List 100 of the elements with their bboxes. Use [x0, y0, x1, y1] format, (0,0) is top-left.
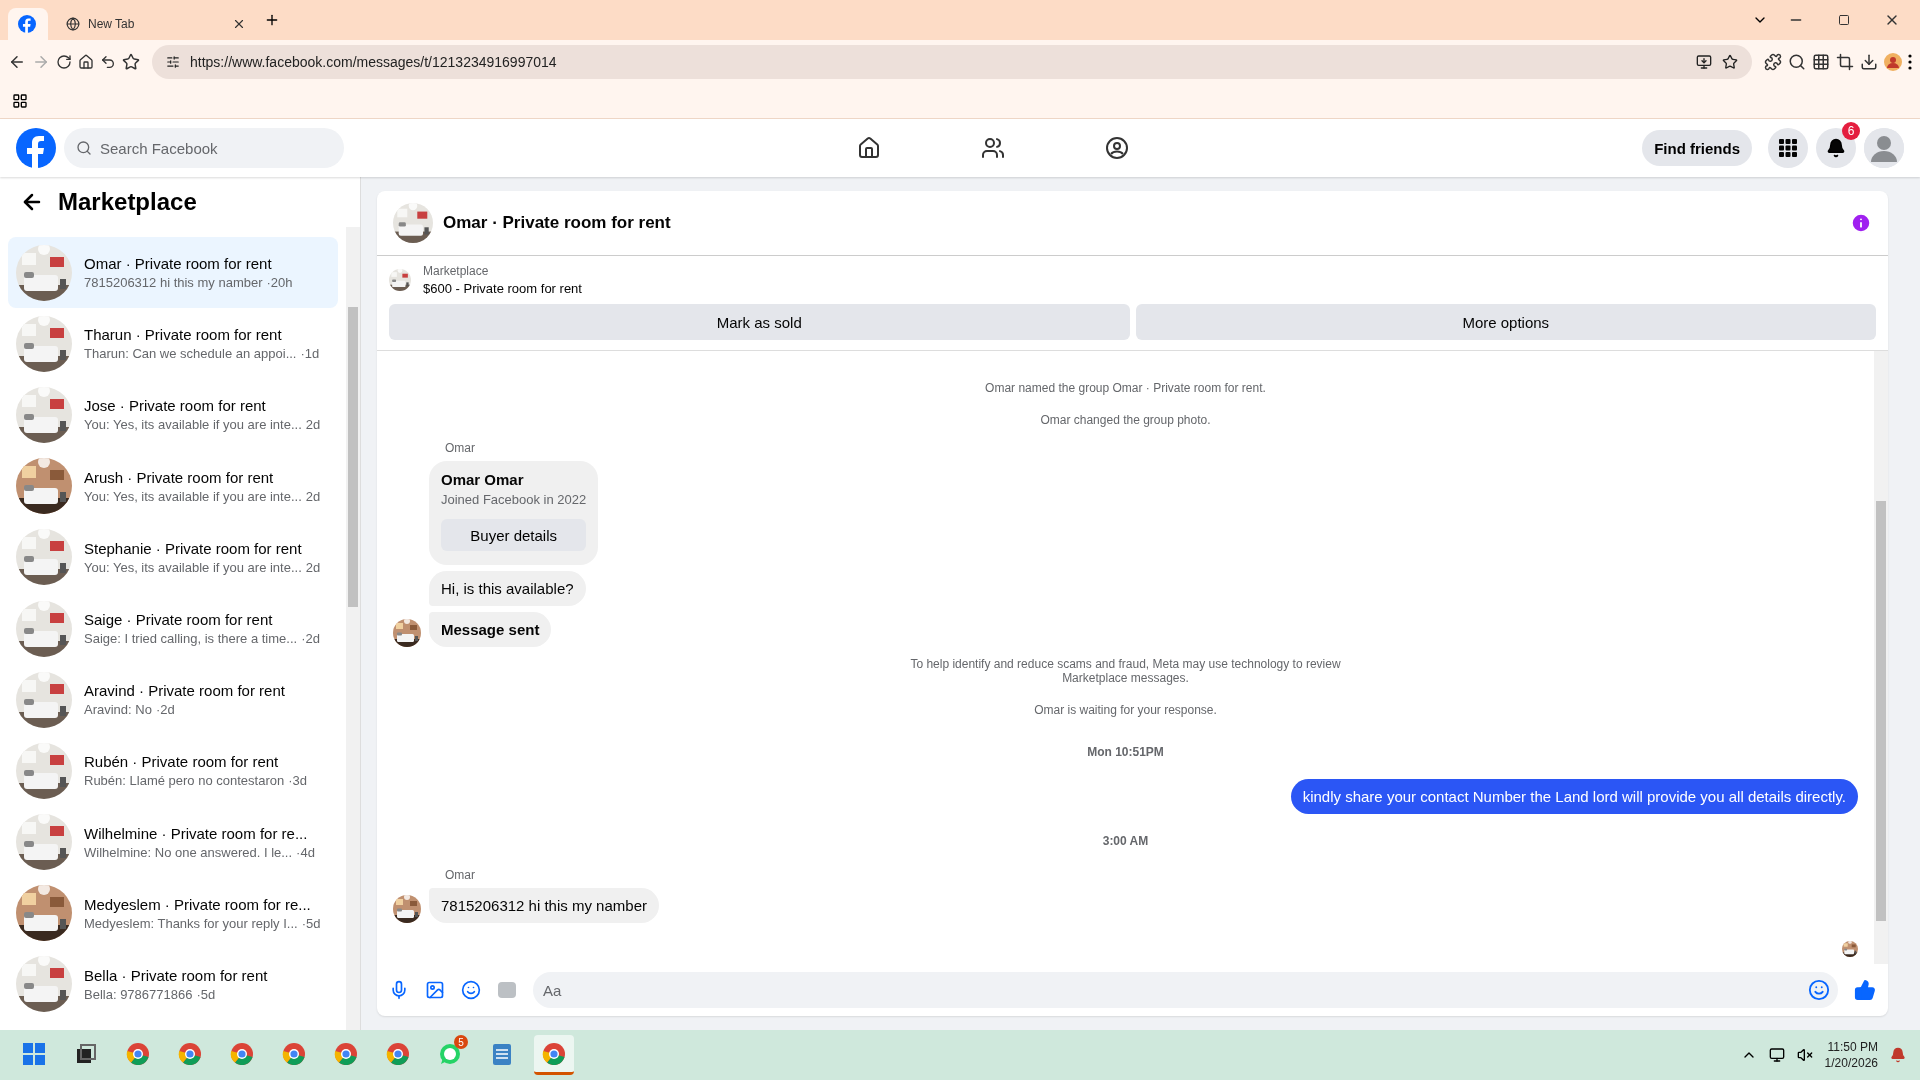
- message-time: ·2d: [155, 702, 175, 718]
- conversation-item[interactable]: Aravind · Private room for rent Aravind: No ·2d: [8, 664, 338, 736]
- profile-icon[interactable]: [1884, 53, 1902, 71]
- message-preview: Rubén: Llamé pero no contestaron: [84, 773, 285, 789]
- notification-icon[interactable]: [1890, 1047, 1906, 1063]
- conversation-item[interactable]: Medyeslem · Private room for re... Medyeslem: Thanks for your reply I... ·5d: [8, 877, 338, 949]
- account-button[interactable]: [1864, 128, 1904, 168]
- download-icon[interactable]: [1860, 53, 1878, 71]
- conversation-item[interactable]: Tharun · Private room for rent Tharun: Can we schedule an appoi... ·1d: [8, 308, 338, 380]
- mute-icon[interactable]: [1796, 1047, 1813, 1063]
- chrome-icon[interactable]: [230, 1041, 254, 1066]
- more-icon[interactable]: [1908, 54, 1912, 70]
- microphone-icon[interactable]: [389, 980, 409, 1000]
- address-bar[interactable]: https://www.facebook.com/messages/t/1213234916997014: [152, 45, 1752, 79]
- conversation-item[interactable]: Stephanie · Private room for rent You: Yes, its available if you are inte... 2d: [8, 521, 338, 593]
- home-icon[interactable]: [78, 54, 94, 70]
- conversation-item[interactable]: Arush · Private room for rent You: Yes, its available if you are inte... 2d: [8, 450, 338, 522]
- emoji-icon[interactable]: [1808, 979, 1830, 1001]
- zoom-icon[interactable]: [1788, 53, 1806, 71]
- chrome-icon[interactable]: [386, 1041, 410, 1066]
- browser-tab[interactable]: [8, 8, 48, 40]
- undo-icon[interactable]: [100, 54, 116, 70]
- close-icon[interactable]: [232, 17, 246, 31]
- find-friends-button[interactable]: Find friends: [1642, 130, 1752, 166]
- star-icon[interactable]: [1722, 54, 1738, 70]
- home-icon[interactable]: [857, 136, 882, 160]
- conversation-item[interactable]: Jose · Private room for rent You: Yes, its available if you are inte... 2d: [8, 379, 338, 451]
- image-icon[interactable]: [425, 980, 445, 1000]
- profile-detail: Joined Facebook in 2022: [441, 492, 587, 507]
- search-field[interactable]: Search Facebook: [64, 128, 344, 168]
- conversation-item[interactable]: Wilhelmine · Private room for re... Wilhelmine: No one answered. I le... ·4d: [8, 806, 338, 878]
- chrome-icon[interactable]: [178, 1041, 202, 1066]
- sender-name: Omar: [445, 441, 476, 455]
- notifications-button[interactable]: [1816, 128, 1856, 168]
- conversation-item[interactable]: Rubén · Private room for rent Rubén: Llamé pero no contestaron ·3d: [8, 735, 338, 807]
- scrollbar-thumb[interactable]: [1876, 501, 1886, 921]
- message-time: ·1d: [300, 346, 320, 362]
- clock-time: 11:50 PM: [1827, 1040, 1878, 1054]
- qr-code-icon[interactable]: [1812, 53, 1830, 71]
- like-icon[interactable]: [1854, 979, 1876, 1001]
- bell-icon: [1826, 138, 1846, 158]
- timestamp: 3:00 AM: [1102, 834, 1149, 848]
- info-icon[interactable]: [1850, 212, 1872, 234]
- conversation-name: Jose · Private room for rent: [84, 397, 267, 415]
- message-preview: You: Yes, its available if you are inte...: [84, 488, 302, 504]
- apps-icon[interactable]: [12, 93, 28, 109]
- browser-tab[interactable]: New Tab: [56, 8, 256, 40]
- conversation-item[interactable]: Omar · Private room for rent 7815206312 hi this my namber ·20h: [8, 237, 338, 309]
- listing-title: $600 - Private room for rent: [423, 281, 582, 296]
- buyer-details-button[interactable]: Buyer details: [441, 519, 587, 551]
- bookmark-star-icon[interactable]: [122, 53, 140, 71]
- site-settings-icon[interactable]: [166, 55, 180, 69]
- network-icon[interactable]: [1768, 1047, 1785, 1063]
- notification-badge: 6: [1842, 122, 1860, 140]
- conversation-name: Medyeslem · Private room for re...: [84, 895, 312, 913]
- scrollbar-thumb[interactable]: [348, 307, 358, 607]
- back-icon[interactable]: [8, 53, 26, 71]
- message-time: ·3d: [288, 773, 307, 789]
- install-icon[interactable]: [1696, 54, 1712, 70]
- conversation-name: Bella · Private room for rent: [84, 966, 268, 984]
- message-time: ·4d: [296, 844, 315, 860]
- reload-icon[interactable]: [56, 54, 72, 70]
- facebook-icon: [18, 15, 36, 33]
- grid-icon: [1779, 139, 1797, 157]
- listing-label: Marketplace: [423, 264, 490, 278]
- facebook-logo[interactable]: [16, 128, 56, 168]
- chrome-icon[interactable]: [334, 1041, 358, 1066]
- groups-icon[interactable]: [1105, 136, 1130, 160]
- taskbar-app[interactable]: 5: [430, 1035, 470, 1075]
- message-preview: Bella: 9786771866: [84, 986, 193, 1002]
- clock-date: 1/20/2026: [1824, 1056, 1878, 1070]
- friends-icon[interactable]: [981, 136, 1006, 160]
- conversation-item[interactable]: Bella · Private room for rent Bella: 9786771866 ·5d: [8, 948, 338, 1021]
- url-text: https://www.facebook.com/messages/t/1213234916997014: [190, 54, 558, 70]
- message-preview: Wilhelmine: No one answered. I le...: [84, 844, 293, 860]
- profile-name: Omar Omar: [441, 471, 525, 488]
- menu-button[interactable]: [1768, 128, 1808, 168]
- conversation-item[interactable]: Saige · Private room for rent Saige: I tried calling, is there a time... ·2d: [8, 592, 338, 665]
- message-input[interactable]: Aa: [533, 972, 1838, 1008]
- listing-action-button[interactable]: Mark as sold: [389, 304, 1130, 340]
- message-preview: You: Yes, its available if you are inte...: [84, 559, 302, 575]
- extensions-icon[interactable]: [1764, 53, 1782, 71]
- message-time: 2d: [305, 559, 321, 575]
- restore-icon[interactable]: [1838, 14, 1850, 26]
- sticker-icon[interactable]: [461, 980, 481, 1000]
- message-time: 2d: [305, 488, 321, 504]
- chrome-icon[interactable]: [542, 1041, 566, 1066]
- chrome-icon[interactable]: [126, 1041, 150, 1066]
- listing-action-button[interactable]: More options: [1135, 304, 1876, 340]
- conversation-name: Arush · Private room for rent: [84, 468, 275, 486]
- chrome-icon[interactable]: [282, 1041, 306, 1066]
- task-view-icon[interactable]: [75, 1042, 97, 1065]
- crop-icon[interactable]: [1836, 53, 1854, 71]
- new-tab-icon[interactable]: [264, 12, 280, 28]
- message-preview: Saige: I tried calling, is there a time...: [84, 631, 298, 647]
- windows-icon[interactable]: [23, 1042, 45, 1065]
- system-message: Omar named the group Omar · Private room for rent.: [985, 381, 1266, 395]
- sidebar-title: Marketplace: [58, 188, 197, 216]
- conversation-name: Rubén · Private room for rent: [84, 753, 280, 771]
- notepad-icon[interactable]: [492, 1041, 512, 1066]
